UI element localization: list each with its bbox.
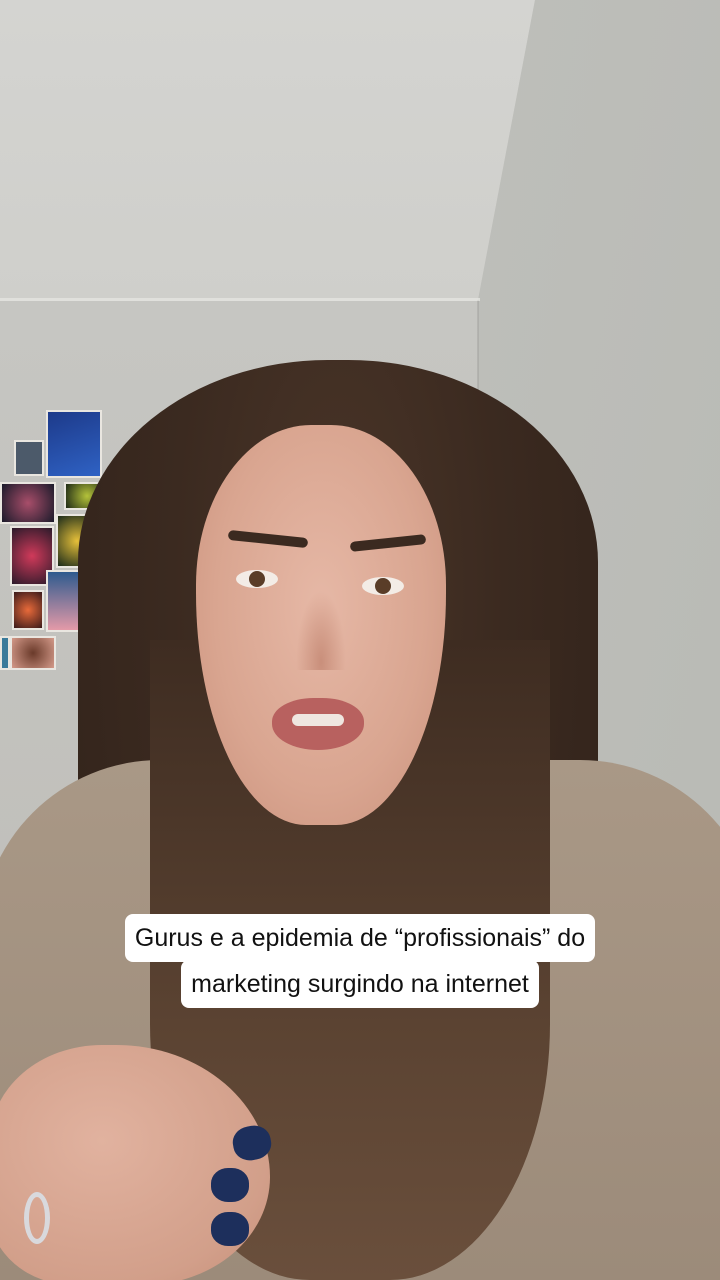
left-eye (236, 570, 278, 588)
right-eye (362, 577, 404, 595)
caption-line-1: Gurus e a epidemia de “profissionais” do (124, 914, 596, 962)
painting-blue-waves (46, 410, 102, 478)
painting-small-eye (14, 440, 44, 476)
video-caption: Gurus e a epidemia de “profissionais” do… (0, 914, 720, 1008)
fingernail (211, 1212, 249, 1246)
painting-sunset (12, 590, 44, 630)
ceiling-edge (0, 298, 480, 301)
painting-galaxy (0, 482, 56, 524)
person-teeth (292, 714, 344, 726)
ring (24, 1192, 50, 1244)
video-frame[interactable]: Gurus e a epidemia de “profissionais” do… (0, 0, 720, 1280)
painting-edge (0, 636, 10, 670)
caption-line-2: marketing surgindo na internet (181, 960, 539, 1008)
person-nose (296, 590, 346, 670)
painting-eye (10, 636, 56, 670)
fingernail (211, 1168, 249, 1202)
